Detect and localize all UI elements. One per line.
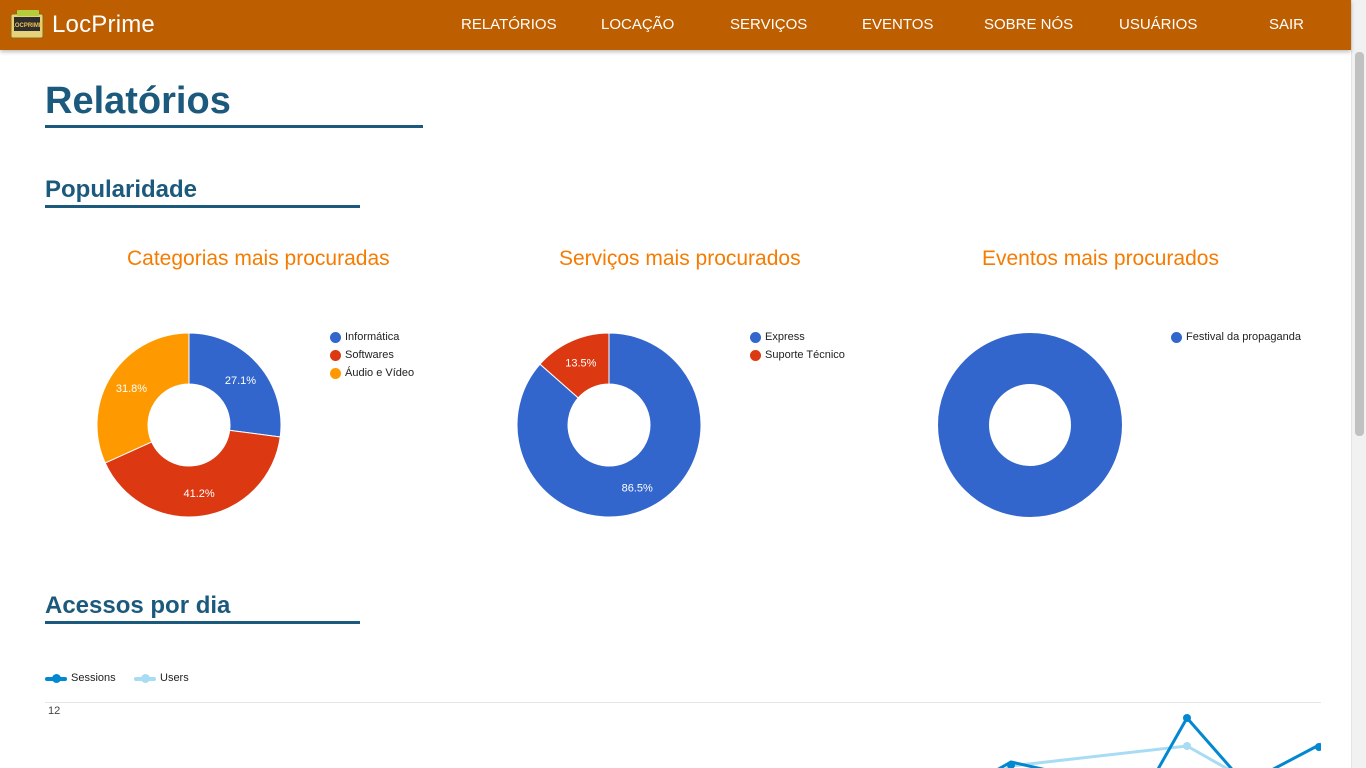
legend-label: Festival da propaganda [1186, 331, 1301, 343]
legend-servicos: Express Suporte Técnico [750, 330, 845, 366]
brand-name: LocPrime [52, 11, 155, 38]
slice-label: 27.1% [225, 375, 256, 387]
legend-label: Users [160, 672, 189, 684]
nav-item-sair[interactable]: SAIR [1269, 0, 1304, 50]
donut-slice[interactable] [96, 332, 190, 464]
legend-eventos: Festival da propaganda [1171, 330, 1301, 348]
scrollbar-thumb[interactable] [1355, 52, 1364, 436]
legend-label: Áudio e Vídeo [345, 367, 415, 379]
legend-item-sessions[interactable]: Sessions [45, 671, 116, 687]
legend-dot [330, 332, 341, 343]
section-title-popularity: Popularidade [45, 176, 198, 203]
page-title-underline [45, 125, 423, 128]
section-access-underline [45, 621, 360, 624]
legend-label: Sessions [71, 672, 116, 684]
legend-item-informatica[interactable]: Informática [330, 330, 414, 348]
legend-label: Express [765, 331, 805, 343]
line-chart-access [997, 714, 1321, 768]
section-popularity-underline [45, 205, 360, 208]
legend-line-dot [141, 674, 150, 683]
logo-lettering: LOCPRIME [11, 23, 43, 29]
data-point-sessions [1183, 714, 1191, 722]
slice-label: 13.5% [565, 358, 596, 370]
nav-item-locacao[interactable]: LOCAÇÃO [601, 0, 674, 50]
chart-title-servicos: Serviços mais procurados [559, 247, 801, 270]
slice-label: 86.5% [622, 482, 653, 494]
series-line-sessions [997, 715, 1321, 768]
nav-item-servicos[interactable]: SERVIÇOS [730, 0, 807, 50]
nav-item-sobre-nos[interactable]: SOBRE NÓS [984, 0, 1073, 50]
legend-categorias: Informática Softwares Áudio e Vídeo [330, 330, 414, 384]
legend-dot [330, 368, 341, 379]
top-navbar: LOCPRIME LocPrime RELATÓRIOS LOCAÇÃO SER… [0, 0, 1351, 50]
legend-item-express[interactable]: Express [750, 330, 845, 348]
legend-label: Softwares [345, 349, 394, 361]
donut-slice[interactable] [938, 333, 1122, 517]
legend-dot [750, 332, 761, 343]
donut-chart-eventos [938, 333, 1122, 517]
section-title-access: Acessos por dia [45, 592, 231, 619]
slice-label: 41.2% [183, 488, 214, 500]
legend-item-suporte-tecnico[interactable]: Suporte Técnico [750, 348, 845, 366]
legend-item-softwares[interactable]: Softwares [330, 348, 414, 366]
legend-label: Suporte Técnico [765, 349, 845, 361]
data-point-sessions [1315, 743, 1321, 751]
brand[interactable]: LOCPRIME LocPrime [10, 6, 155, 44]
slice-label: 31.8% [116, 383, 147, 395]
chart-title-categorias: Categorias mais procuradas [127, 247, 390, 270]
legend-line-dot [52, 674, 61, 683]
nav-item-eventos[interactable]: EVENTOS [862, 0, 933, 50]
legend-dot [750, 350, 761, 361]
legend-dot [1171, 332, 1182, 343]
page-title: Relatórios [45, 80, 231, 122]
donut-chart-categorias: 27.1% 41.2% 31.8% [96, 332, 282, 518]
donut-chart-servicos: 86.5% 13.5% [516, 332, 702, 518]
data-point-users [1183, 742, 1191, 750]
nav-item-usuarios[interactable]: USUÁRIOS [1119, 0, 1197, 50]
legend-item-audio-video[interactable]: Áudio e Vídeo [330, 366, 414, 384]
chart-title-eventos: Eventos mais procurados [982, 247, 1219, 270]
legend-item-users[interactable]: Users [134, 671, 189, 687]
legend-dot [330, 350, 341, 361]
legend-label: Informática [345, 331, 400, 343]
nav-item-relatorios[interactable]: RELATÓRIOS [461, 0, 557, 50]
logo-icon: LOCPRIME [10, 8, 46, 42]
legend-item-festival[interactable]: Festival da propaganda [1171, 330, 1301, 348]
page-scrollbar[interactable] [1351, 0, 1366, 768]
